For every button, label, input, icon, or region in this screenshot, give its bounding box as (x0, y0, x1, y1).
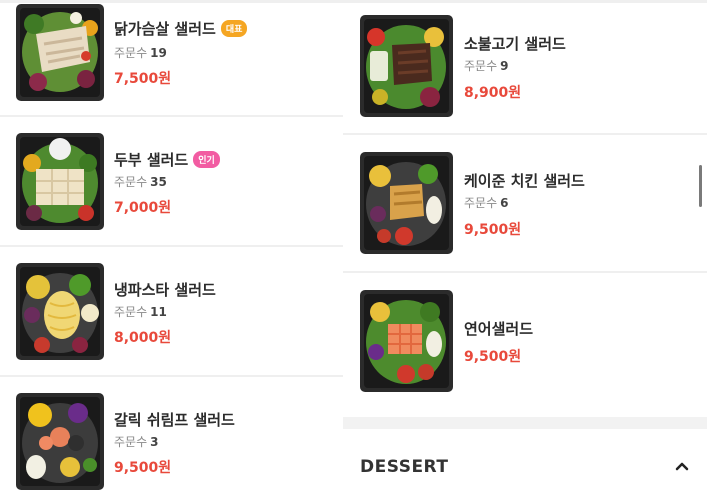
menu-item[interactable]: 닭가슴살 샐러드 대표 주문수 19 7,500원 (0, 0, 343, 117)
menu-item-name: 연어샐러드 (464, 320, 534, 338)
menu-item[interactable]: 소불고기 샐러드 주문수 9 8,900원 (343, 0, 707, 135)
menu-list-right: 소불고기 샐러드 주문수 9 8,900원 케이준 치킨 샐러드 주문수 6 9,5… (343, 0, 707, 500)
section-title: DESSERT (360, 457, 449, 477)
food-image (16, 4, 104, 101)
food-image (360, 15, 453, 117)
order-count: 주문수 35 (114, 175, 167, 189)
menu-item-name: 두부 샐러드 인기 (114, 149, 220, 170)
popular-badge: 인기 (193, 151, 220, 168)
chevron-up-icon[interactable] (673, 457, 691, 475)
menu-item-price: 9,500원 (114, 460, 172, 476)
menu-item-price: 7,500원 (114, 71, 172, 87)
menu-item[interactable]: 갈릭 쉬림프 샐러드 주문수 3 9,500원 (0, 377, 343, 500)
food-image (360, 290, 453, 392)
menu-item-name: 갈릭 쉬림프 샐러드 (114, 411, 235, 429)
menu-item-price: 8,000원 (114, 330, 172, 346)
main-badge: 대표 (220, 20, 248, 37)
food-image (360, 152, 453, 254)
food-image (16, 263, 104, 360)
dessert-section-header[interactable]: DESSERT (343, 429, 707, 500)
menu-item[interactable]: 냉파스타 샐러드 주문수 11 8,000원 (0, 247, 343, 377)
order-count: 주문수 3 (114, 435, 159, 449)
section-divider (343, 417, 707, 429)
menu-item-price: 9,500원 (464, 349, 522, 365)
order-count: 주문수 9 (464, 59, 509, 73)
food-image (16, 133, 104, 230)
menu-item[interactable]: 연어샐러드 9,500원 (343, 273, 707, 417)
menu-item-price: 8,900원 (464, 85, 522, 101)
menu-item-name: 냉파스타 샐러드 (114, 281, 216, 299)
scrollbar[interactable] (699, 165, 702, 207)
order-count: 주문수 19 (114, 46, 167, 60)
menu-item-price: 7,000원 (114, 200, 172, 216)
menu-item[interactable]: 두부 샐러드 인기 주문수 35 7,000원 (0, 117, 343, 247)
order-count: 주문수 6 (464, 196, 509, 210)
menu-item-price: 9,500원 (464, 222, 522, 238)
menu-item-name: 케이준 치킨 샐러드 (464, 172, 585, 190)
food-image (16, 393, 104, 490)
menu-item-name: 소불고기 샐러드 (464, 35, 566, 53)
order-count: 주문수 11 (114, 305, 167, 319)
menu-item[interactable]: 케이준 치킨 샐러드 주문수 6 9,500원 (343, 135, 707, 273)
menu-list-left: 닭가슴살 샐러드 대표 주문수 19 7,500원 두부 샐러드 인기 주문수 35 7… (0, 0, 343, 500)
menu-item-name: 닭가슴살 샐러드 대표 (114, 18, 248, 39)
